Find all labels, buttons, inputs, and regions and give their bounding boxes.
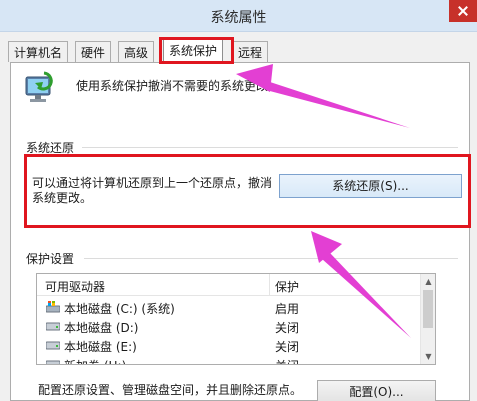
drive-list-header: 可用驱动器 保护 (37, 274, 421, 296)
system-protection-icon (25, 71, 53, 102)
tab-advanced[interactable]: 高级 (118, 41, 155, 62)
column-available-drives[interactable]: 可用驱动器 (45, 278, 105, 295)
drive-name: 本地磁盘 (D:) (64, 321, 139, 335)
drive-icon (46, 341, 60, 350)
tab-hardware[interactable]: 硬件 (75, 41, 112, 62)
drive-protection-status: 关闭 (275, 321, 300, 335)
restore-highlight-box (24, 154, 471, 228)
config-description: 配置还原设置、管理磁盘空间，并且删除还原点。 (38, 383, 303, 397)
drive-row[interactable]: 新加卷 (H:) 关闭 (37, 355, 421, 364)
intro-text: 使用系统保护撤消不需要的系统更改。 (76, 79, 281, 93)
drive-row[interactable]: 本地磁盘 (E:) 关闭 (37, 336, 421, 355)
scroll-down-icon[interactable]: ▼ (421, 349, 435, 364)
column-separator (269, 274, 270, 296)
window-title: 系统属性 (210, 10, 267, 26)
drive-icon (46, 322, 60, 331)
drive-list[interactable]: 可用驱动器 保护 本地磁盘 (C:) (系统) 启用 本地磁盘 (D:) 关闭 … (36, 273, 436, 365)
drive-name: 新加卷 (H:) (64, 357, 126, 364)
tab-computer-name[interactable]: 计算机名 (8, 41, 69, 62)
drive-list-scrollbar[interactable]: ▲ ▼ (420, 274, 435, 364)
drive-protection-status: 关闭 (275, 340, 300, 354)
configure-button[interactable]: 配置(O)... (317, 380, 436, 401)
protection-group-line (84, 258, 458, 259)
column-protection[interactable]: 保护 (275, 278, 299, 295)
scroll-thumb[interactable] (423, 290, 433, 328)
system-drive-icon (46, 301, 60, 313)
scroll-up-icon[interactable]: ▲ (421, 274, 435, 289)
drive-name: 本地磁盘 (E:) (64, 340, 137, 354)
title-bar: 系统属性 (0, 0, 477, 32)
restore-group-line (82, 147, 458, 148)
drive-row[interactable]: 本地磁盘 (D:) 关闭 (37, 317, 421, 336)
drive-name: 本地磁盘 (C:) (系统) (64, 302, 175, 316)
tab-highlight-box (159, 37, 234, 64)
tab-remote[interactable]: 远程 (232, 41, 269, 62)
protection-section-label: 保护设置 (26, 252, 75, 266)
drive-icon (46, 360, 60, 364)
drive-row[interactable]: 本地磁盘 (C:) (系统) 启用 (37, 298, 421, 317)
close-button[interactable] (449, 0, 477, 22)
drive-protection-status: 关闭 (275, 357, 299, 364)
drive-protection-status: 启用 (275, 302, 300, 316)
